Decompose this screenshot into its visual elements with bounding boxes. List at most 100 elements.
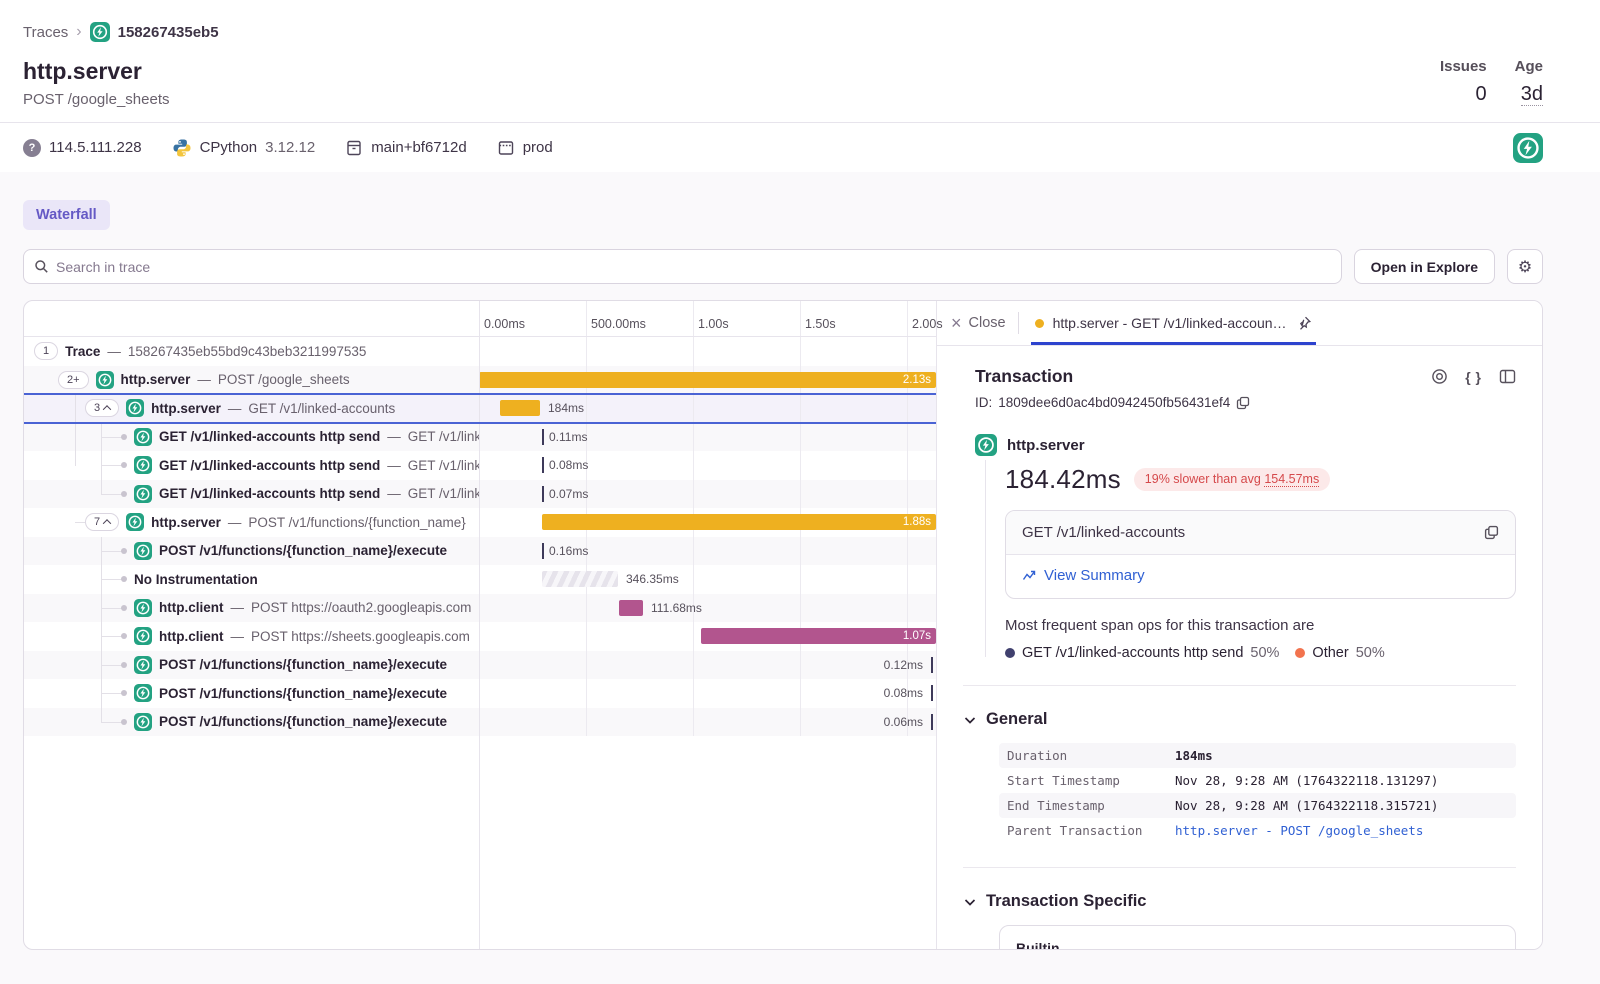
label-separator: — bbox=[231, 600, 245, 615]
transaction-specific-header[interactable]: Transaction Specific bbox=[963, 892, 1516, 911]
unknown-browser-icon: ? bbox=[23, 139, 41, 157]
span-duration-bar[interactable]: 2.13s bbox=[479, 372, 936, 388]
children-count-pill[interactable]: 2+ bbox=[58, 371, 89, 389]
trace-row[interactable]: http.client—POST https://oauth2.googleap… bbox=[24, 594, 936, 623]
span-duration-tick[interactable] bbox=[931, 714, 933, 730]
span-duration-bar[interactable]: 1.07s bbox=[701, 628, 936, 644]
span-bolt-icon bbox=[126, 513, 144, 531]
span-tree-cell: GET /v1/linked-accounts http send—GET /v… bbox=[24, 480, 479, 509]
trace-indicator-icon[interactable] bbox=[1513, 133, 1543, 163]
parent-transaction-link[interactable]: http.server - POST /google_sheets bbox=[1175, 823, 1508, 838]
span-chart-cell: 1.88s bbox=[479, 508, 936, 537]
span-op-label: GET /v1/linked-accounts http send bbox=[159, 458, 380, 473]
chevron-up-icon bbox=[103, 405, 111, 413]
view-summary-link[interactable]: View Summary bbox=[1022, 567, 1145, 584]
table-row: End Timestamp Nov 28, 9:28 AM (176432211… bbox=[999, 793, 1516, 818]
span-tree-cell: POST /v1/functions/{function_name}/execu… bbox=[24, 679, 479, 708]
trace-view-main: Waterfall Open in Explore ⚙ 0.00ms500.00… bbox=[0, 172, 1600, 984]
chart-icon bbox=[1022, 568, 1037, 583]
span-description: POST /google_sheets bbox=[218, 372, 350, 387]
span-duration-tick[interactable] bbox=[542, 429, 544, 445]
trace-row[interactable]: http.client—POST https://sheets.googleap… bbox=[24, 622, 936, 651]
span-chart-cell bbox=[479, 337, 936, 366]
gear-icon: ⚙ bbox=[1518, 257, 1532, 277]
span-duration-label: 0.08ms bbox=[549, 458, 588, 472]
tree-chart-divider[interactable] bbox=[479, 301, 480, 949]
age-stat: Age 3d bbox=[1515, 58, 1543, 106]
transaction-duration: 184.42ms bbox=[1005, 464, 1121, 495]
trace-row[interactable]: GET /v1/linked-accounts http send—GET /v… bbox=[24, 451, 936, 480]
copy-description-icon[interactable] bbox=[1484, 525, 1499, 540]
trace-stats: Issues 0 Age 3d bbox=[1440, 58, 1543, 106]
axis-tick-label: 1.50s bbox=[805, 317, 836, 331]
transaction-bolt-icon bbox=[975, 434, 997, 456]
children-count-pill[interactable]: 7 bbox=[85, 513, 119, 531]
span-description: GET /v1/linked-accounts bbox=[408, 429, 479, 444]
span-duration-bar[interactable] bbox=[500, 400, 540, 416]
trace-row[interactable]: 2+http.server—POST /google_sheets2.13s bbox=[24, 366, 936, 395]
trace-row[interactable]: GET /v1/linked-accounts http send—GET /v… bbox=[24, 480, 936, 509]
span-bolt-icon bbox=[134, 627, 152, 645]
trace-row[interactable]: GET /v1/linked-accounts http send—GET /v… bbox=[24, 423, 936, 452]
span-description: GET /v1/linked-accounts bbox=[408, 486, 479, 501]
span-duration-tick[interactable] bbox=[931, 685, 933, 701]
axis-tick-label: 500.00ms bbox=[591, 317, 646, 331]
leaf-dot bbox=[121, 434, 127, 440]
trace-row[interactable]: POST /v1/functions/{function_name}/execu… bbox=[24, 708, 936, 737]
span-ops-legend: GET /v1/linked-accounts http send 50% Ot… bbox=[1005, 645, 1516, 661]
span-duration-tick[interactable] bbox=[542, 457, 544, 473]
span-tree-cell: GET /v1/linked-accounts http send—GET /v… bbox=[24, 451, 479, 480]
trace-row[interactable]: 7http.server—POST /v1/functions/{functio… bbox=[24, 508, 936, 537]
json-icon[interactable]: { } bbox=[1465, 369, 1482, 385]
span-duration-tick[interactable] bbox=[542, 486, 544, 502]
trace-details-page: Traces › 158267435eb5 http.server POST /… bbox=[0, 0, 1600, 984]
span-duration-label: 184ms bbox=[548, 401, 584, 415]
span-op-label: http.server bbox=[121, 372, 191, 387]
general-section-header[interactable]: General bbox=[963, 710, 1516, 729]
label-separator: — bbox=[387, 458, 401, 473]
chevron-down-icon bbox=[963, 713, 977, 727]
span-op-label: POST /v1/functions/{function_name}/execu… bbox=[159, 714, 447, 729]
span-duration-bar[interactable] bbox=[619, 600, 643, 616]
leaf-dot bbox=[121, 491, 127, 497]
legend-item: Other 50% bbox=[1295, 645, 1384, 661]
span-tree-cell: No Instrumentation bbox=[24, 565, 479, 594]
breadcrumb: Traces › 158267435eb5 bbox=[23, 22, 1543, 42]
span-op-label: POST /v1/functions/{function_name}/execu… bbox=[159, 657, 447, 672]
span-tree-cell: 2+http.server—POST /google_sheets bbox=[24, 366, 479, 395]
breadcrumb-traces-link[interactable]: Traces bbox=[23, 24, 68, 41]
span-duration-bar[interactable]: 1.88s bbox=[542, 514, 936, 530]
transaction-specific-box: Builtin bbox=[999, 925, 1516, 949]
span-description: 158267435eb55bd9c43beb3211997535 bbox=[128, 344, 367, 359]
copy-icon[interactable] bbox=[1236, 396, 1250, 410]
trace-row[interactable]: No Instrumentation346.35ms bbox=[24, 565, 936, 594]
transaction-description: GET /v1/linked-accounts bbox=[1022, 524, 1185, 541]
span-duration-label: 0.16ms bbox=[549, 544, 588, 558]
focus-icon[interactable] bbox=[1431, 368, 1448, 385]
children-count-pill[interactable]: 3 bbox=[85, 399, 119, 417]
layout-panel-icon[interactable] bbox=[1499, 368, 1516, 385]
release-box-icon bbox=[345, 139, 363, 157]
close-drawer-button[interactable]: × Close bbox=[951, 314, 1006, 332]
open-in-explore-button[interactable]: Open in Explore bbox=[1354, 249, 1495, 284]
trace-row[interactable]: 3http.server—GET /v1/linked-accounts184m… bbox=[24, 394, 936, 423]
pin-icon[interactable] bbox=[1296, 315, 1312, 331]
time-axis: 0.00ms500.00ms1.00s1.50s2.00s bbox=[479, 301, 936, 336]
trace-row[interactable]: POST /v1/functions/{function_name}/execu… bbox=[24, 651, 936, 680]
search-input[interactable] bbox=[23, 249, 1342, 284]
tab-waterfall[interactable]: Waterfall bbox=[23, 200, 110, 230]
span-chart-cell: 346.35ms bbox=[479, 565, 936, 594]
drawer-tab[interactable]: http.server - GET /v1/linked-accoun… bbox=[1031, 301, 1316, 345]
table-row: Start Timestamp Nov 28, 9:28 AM (1764322… bbox=[999, 768, 1516, 793]
ip-meta: ? 114.5.111.228 bbox=[23, 139, 142, 157]
trace-row[interactable]: POST /v1/functions/{function_name}/execu… bbox=[24, 537, 936, 566]
trace-row[interactable]: POST /v1/functions/{function_name}/execu… bbox=[24, 679, 936, 708]
trace-row[interactable]: 1Trace—158267435eb55bd9c43beb3211997535 bbox=[24, 337, 936, 366]
span-duration-tick[interactable] bbox=[542, 543, 544, 559]
children-count-pill[interactable]: 1 bbox=[34, 342, 58, 360]
settings-button[interactable]: ⚙ bbox=[1507, 249, 1543, 284]
span-duration-bar[interactable] bbox=[542, 571, 618, 587]
span-tree-cell: POST /v1/functions/{function_name}/execu… bbox=[24, 537, 479, 566]
leaf-dot bbox=[121, 719, 127, 725]
span-duration-tick[interactable] bbox=[931, 657, 933, 673]
